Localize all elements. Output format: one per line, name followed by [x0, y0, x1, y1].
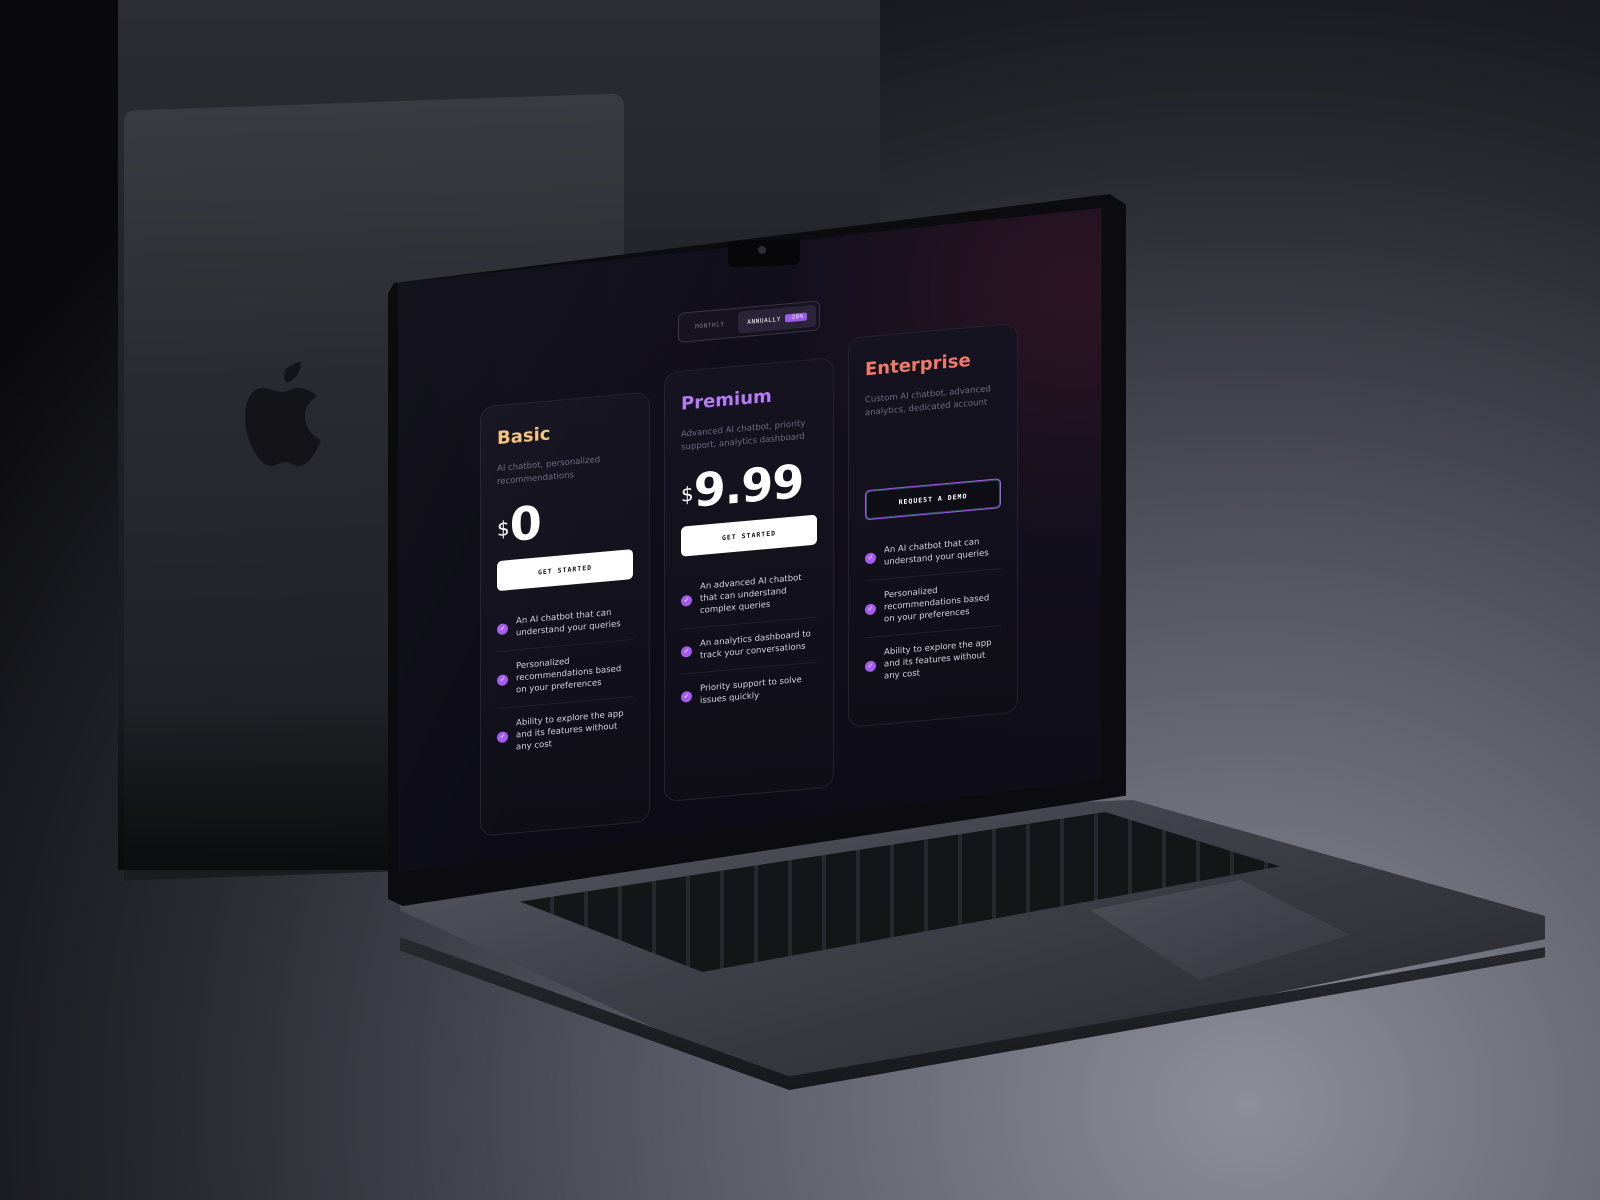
check-circle-icon: ✓ — [865, 551, 876, 564]
plan-title-premium: Premium — [681, 385, 772, 415]
feature-text: Personalized recommendations based on yo… — [516, 656, 622, 696]
check-circle-icon: ✓ — [681, 645, 692, 658]
check-circle-icon: ✓ — [865, 659, 876, 672]
toggle-annually[interactable]: ANNUALLY -20% — [737, 304, 816, 334]
mockup-scene: MONTHLY ANNUALLY -20% Basic AI chatbot, … — [0, 0, 1600, 1200]
feature-text: Ability to explore the app and its featu… — [516, 708, 624, 753]
billing-toggle[interactable]: MONTHLY ANNUALLY -20% — [678, 300, 820, 344]
check-circle-icon: ✓ — [865, 602, 876, 615]
plan-card-premium: Premium Advanced AI chatbot, priority su… — [664, 357, 834, 803]
apple-logo-icon — [245, 362, 321, 466]
feature-text: An AI chatbot that can understand your q… — [516, 607, 621, 639]
camera-icon — [758, 246, 766, 254]
feature-text: An analytics dashboard to track your con… — [700, 629, 811, 662]
pricing-page: MONTHLY ANNUALLY -20% Basic AI chatbot, … — [398, 208, 1101, 873]
check-circle-icon: ✓ — [497, 622, 508, 635]
get-started-premium-button[interactable]: GET STARTED — [681, 514, 817, 557]
box-shadow — [118, 700, 408, 870]
check-circle-icon: ✓ — [497, 730, 508, 743]
price-currency: $ — [681, 481, 694, 507]
feature-text: Ability to explore the app and its featu… — [884, 638, 992, 682]
laptop-screen: MONTHLY ANNUALLY -20% Basic AI chatbot, … — [398, 208, 1102, 874]
plan-description-premium: Advanced AI chatbot, priority support, a… — [681, 418, 806, 453]
plan-card-basic: Basic AI chatbot, personalized recommend… — [480, 391, 650, 837]
feature-text: Personalized recommendations based on yo… — [884, 585, 990, 625]
check-circle-icon: ✓ — [681, 594, 692, 607]
price-amount: 9.99 — [693, 453, 804, 518]
price-currency: $ — [497, 516, 510, 542]
feature-text: An AI chatbot that can understand your q… — [884, 537, 989, 568]
plan-title-enterprise: Enterprise — [865, 349, 971, 381]
check-circle-icon: ✓ — [681, 690, 692, 703]
price-premium: $ 9.99 — [681, 453, 817, 518]
plan-card-enterprise: Enterprise Custom AI chatbot, advanced a… — [848, 322, 1018, 728]
feature-item: ✓ Ability to explore the app and its fea… — [865, 626, 1001, 694]
toggle-annually-label: ANNUALLY — [747, 315, 781, 326]
feature-list-basic: ✓ An AI chatbot that can understand your… — [497, 595, 633, 765]
get-started-basic-button[interactable]: GET STARTED — [497, 549, 633, 592]
feature-text: Priority support to solve issues quickly — [700, 674, 802, 707]
plan-description-basic: AI chatbot, personalized recommendations — [497, 454, 601, 488]
toggle-monthly[interactable]: MONTHLY — [682, 319, 738, 331]
check-circle-icon: ✓ — [497, 673, 508, 686]
feature-list-enterprise: ✓ An AI chatbot that can understand your… — [865, 524, 1001, 694]
feature-item: ✓ Ability to explore the app and its fea… — [497, 697, 633, 765]
plan-title-basic: Basic — [497, 423, 551, 450]
price-basic: $ 0 — [497, 489, 633, 553]
plan-description-enterprise: Custom AI chatbot, advanced analytics, d… — [865, 384, 991, 419]
price-amount: 0 — [509, 495, 541, 553]
request-demo-button[interactable]: REQUEST A DEMO — [865, 478, 1001, 521]
discount-badge: -20% — [784, 312, 807, 323]
feature-list-premium: ✓ An advanced AI chatbot that can unders… — [681, 560, 817, 719]
feature-text: An advanced AI chatbot that can understa… — [700, 572, 802, 617]
